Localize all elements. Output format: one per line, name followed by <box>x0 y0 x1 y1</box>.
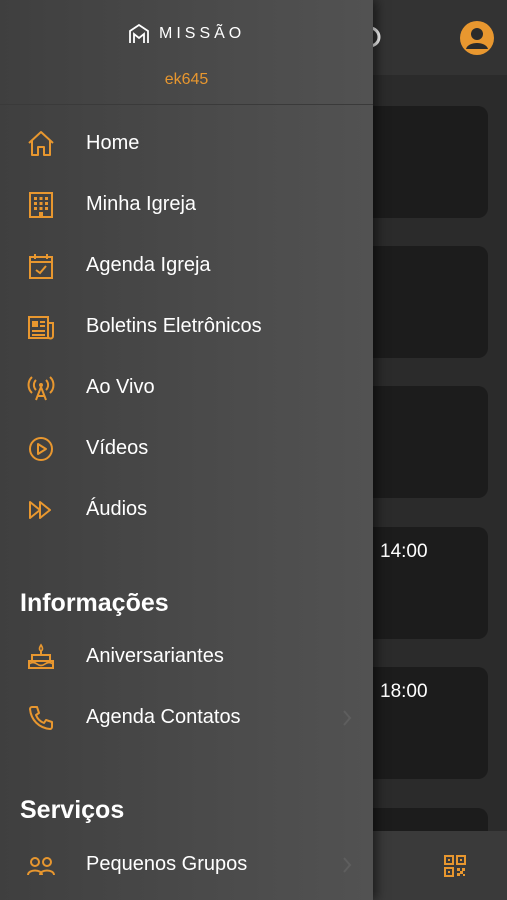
app-logo: MISSÃO <box>128 22 245 46</box>
play-circle-icon <box>29 437 53 461</box>
menu-label: Pequenos Grupos <box>86 853 248 875</box>
calendar-check-icon <box>29 254 53 279</box>
menu-item-minha-igreja[interactable]: Minha Igreja <box>0 179 373 231</box>
menu-item-aniversariantes[interactable]: Aniversariantes <box>0 631 373 683</box>
navigation-drawer: MISSÃO ek645 Home Minha Igreja Agenda Ig… <box>0 0 373 900</box>
event-card[interactable] <box>360 386 488 498</box>
divider <box>0 104 373 105</box>
home-icon <box>28 131 54 156</box>
newspaper-icon <box>28 316 54 340</box>
section-title-servicos: Serviços <box>20 796 125 824</box>
event-time: 18:00 <box>380 681 428 702</box>
chevron-right-icon <box>343 857 352 873</box>
menu-item-videos[interactable]: Vídeos <box>0 423 373 475</box>
menu-item-pequenos-grupos[interactable]: Pequenos Grupos <box>0 839 373 891</box>
menu-label: Boletins Eletrônicos <box>86 315 262 337</box>
menu-item-agenda-contatos[interactable]: Agenda Contatos <box>0 692 373 744</box>
people-icon <box>27 857 55 876</box>
menu-label: Aniversariantes <box>86 645 224 667</box>
menu-label: Vídeos <box>86 437 149 459</box>
user-avatar-icon[interactable] <box>460 21 494 55</box>
user-code: ek645 <box>164 71 209 88</box>
menu-item-boletins[interactable]: Boletins Eletrônicos <box>0 301 373 353</box>
menu-item-home[interactable]: Home <box>0 118 373 170</box>
menu-label: Home <box>86 132 140 154</box>
building-icon <box>29 192 53 218</box>
event-card[interactable]: 18:00 <box>360 667 488 779</box>
menu-label: Minha Igreja <box>86 193 197 215</box>
broadcast-icon <box>27 376 55 401</box>
menu-label: Ao Vivo <box>86 376 155 398</box>
logo-icon <box>129 24 149 43</box>
menu-item-agenda-igreja[interactable]: Agenda Igreja <box>0 240 373 292</box>
section-title-informacoes: Informações <box>20 589 169 617</box>
event-time: 14:00 <box>380 541 428 562</box>
cake-icon <box>28 643 54 669</box>
phone-icon <box>29 706 53 730</box>
menu-item-ao-vivo[interactable]: Ao Vivo <box>0 362 373 414</box>
menu-item-audios[interactable]: Áudios <box>0 484 373 536</box>
menu-label: Agenda Igreja <box>86 254 211 276</box>
event-card[interactable] <box>360 106 488 218</box>
qr-code-icon[interactable] <box>444 855 466 877</box>
event-card[interactable]: 14:00 <box>360 527 488 639</box>
logo-text: MISSÃO <box>159 25 246 42</box>
menu-label: Agenda Contatos <box>86 706 241 728</box>
event-card[interactable] <box>360 246 488 358</box>
chevron-right-icon <box>343 710 352 726</box>
fast-forward-icon <box>29 501 51 519</box>
menu-label: Áudios <box>86 498 148 520</box>
